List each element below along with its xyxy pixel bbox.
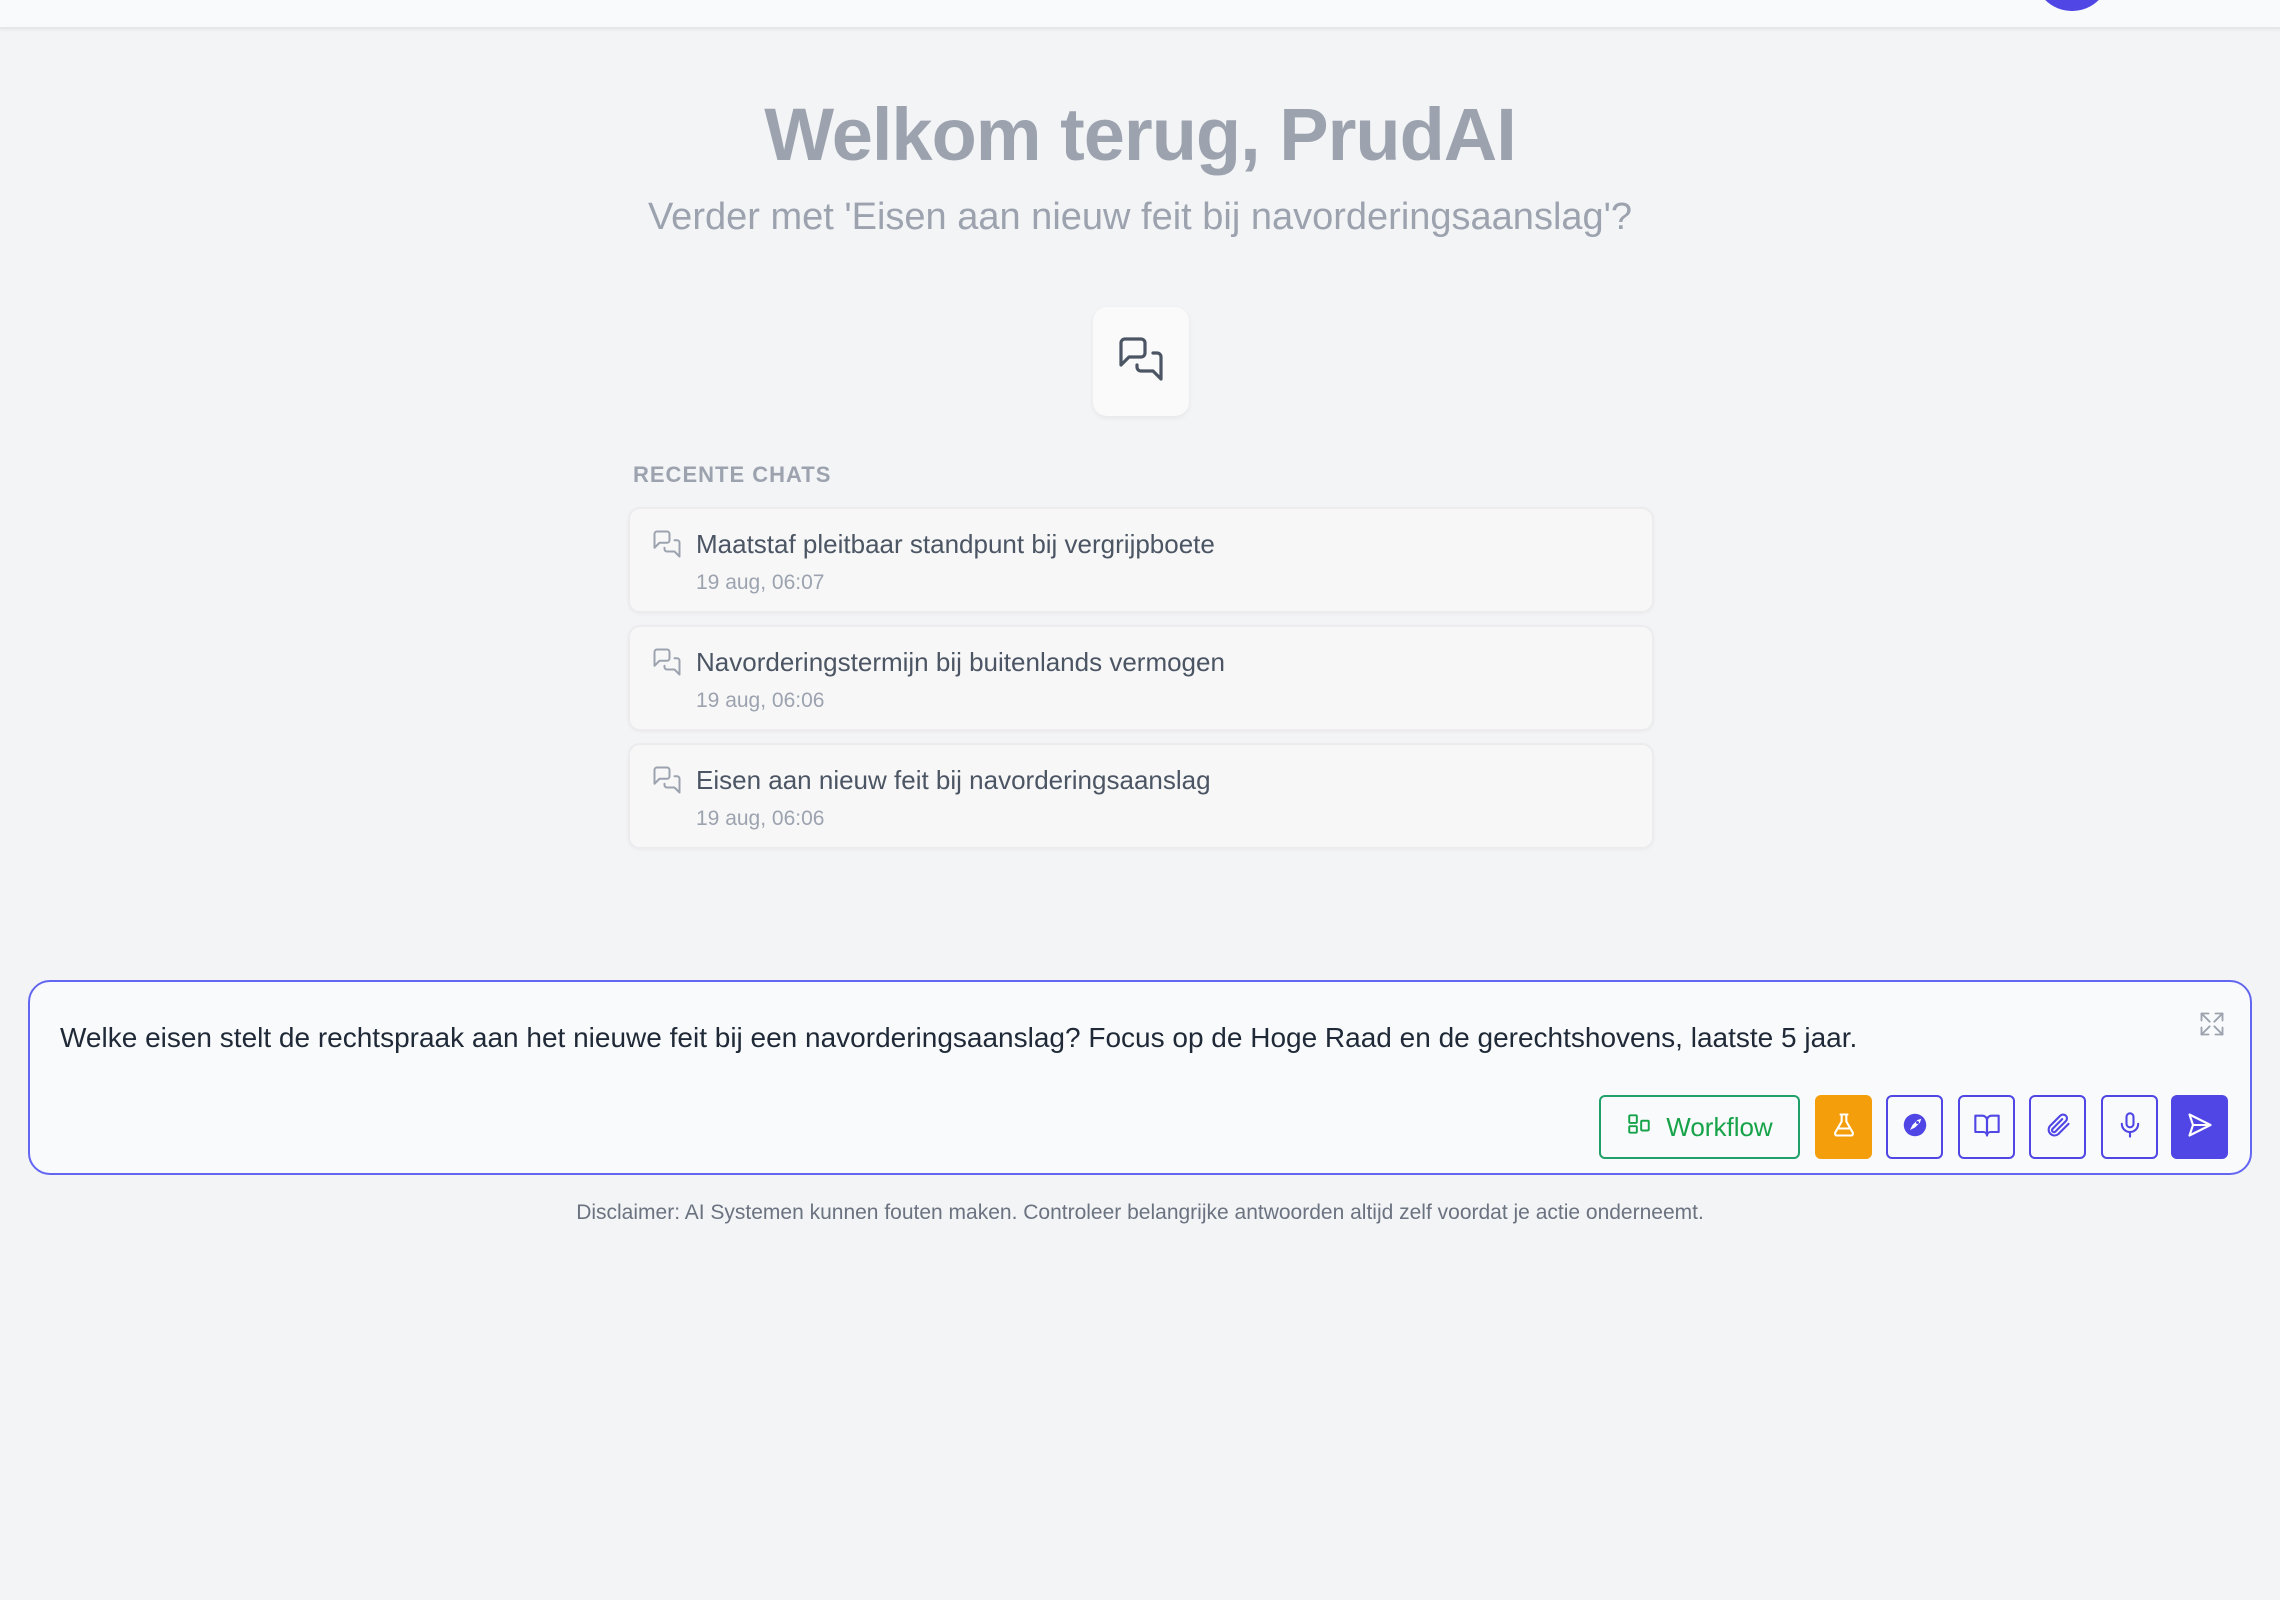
microphone-icon bbox=[2116, 1111, 2144, 1144]
welcome-subtitle[interactable]: Verder met 'Eisen aan nieuw feit bij nav… bbox=[0, 196, 2280, 239]
prompt-composer[interactable]: Welke eisen stelt de rechtspraak aan het… bbox=[28, 980, 2252, 1175]
chat-bubbles-icon bbox=[652, 647, 682, 682]
recent-chat-date: 19 aug, 06:06 bbox=[696, 807, 825, 830]
lab-button[interactable] bbox=[1815, 1095, 1872, 1159]
paperclip-icon bbox=[2044, 1111, 2072, 1144]
chat-bubbles-icon bbox=[1117, 335, 1165, 388]
rocket-icon bbox=[1900, 1110, 1930, 1145]
chat-bubbles-icon bbox=[652, 765, 682, 800]
prompt-input[interactable]: Welke eisen stelt de rechtspraak aan het… bbox=[60, 1022, 2160, 1054]
disclaimer-text: Disclaimer: AI Systemen kunnen fouten ma… bbox=[576, 1201, 1704, 1224]
send-button[interactable] bbox=[2171, 1095, 2228, 1159]
library-button[interactable] bbox=[1958, 1095, 2015, 1159]
deep-research-button[interactable] bbox=[1886, 1095, 1943, 1159]
workflow-button[interactable]: Workflow bbox=[1599, 1095, 1800, 1159]
recent-chat-item[interactable]: Maatstaf pleitbaar standpunt bij vergrij… bbox=[628, 507, 1654, 613]
book-icon bbox=[1973, 1111, 2001, 1144]
recent-chat-title: Eisen aan nieuw feit bij navorderingsaan… bbox=[696, 765, 1211, 795]
recent-chat-date: 19 aug, 06:06 bbox=[696, 689, 825, 712]
recent-chats-label: RECENTE CHATS bbox=[633, 462, 832, 487]
chat-bubbles-icon bbox=[652, 529, 682, 564]
voice-input-button[interactable] bbox=[2101, 1095, 2158, 1159]
welcome-title: Welkom terug, PrudAI bbox=[764, 93, 1517, 176]
user-avatar[interactable] bbox=[2034, 0, 2110, 11]
workflow-icon bbox=[1626, 1111, 1652, 1144]
expand-icon[interactable] bbox=[2198, 1010, 2226, 1043]
recent-chat-item[interactable]: Navorderingstermijn bij buitenlands verm… bbox=[628, 625, 1654, 731]
recent-chat-title: Maatstaf pleitbaar standpunt bij vergrij… bbox=[696, 529, 1215, 559]
workflow-label: Workflow bbox=[1666, 1111, 1773, 1142]
recent-chat-title: Navorderingstermijn bij buitenlands verm… bbox=[696, 647, 1225, 677]
top-bar bbox=[0, 0, 2280, 29]
attach-button[interactable] bbox=[2029, 1095, 2086, 1159]
recent-chat-item[interactable]: Eisen aan nieuw feit bij navorderingsaan… bbox=[628, 743, 1654, 849]
flask-icon bbox=[1830, 1111, 1858, 1144]
send-icon bbox=[2186, 1111, 2214, 1144]
recent-chat-date: 19 aug, 06:07 bbox=[696, 571, 825, 594]
new-chat-card[interactable] bbox=[1093, 307, 1189, 416]
